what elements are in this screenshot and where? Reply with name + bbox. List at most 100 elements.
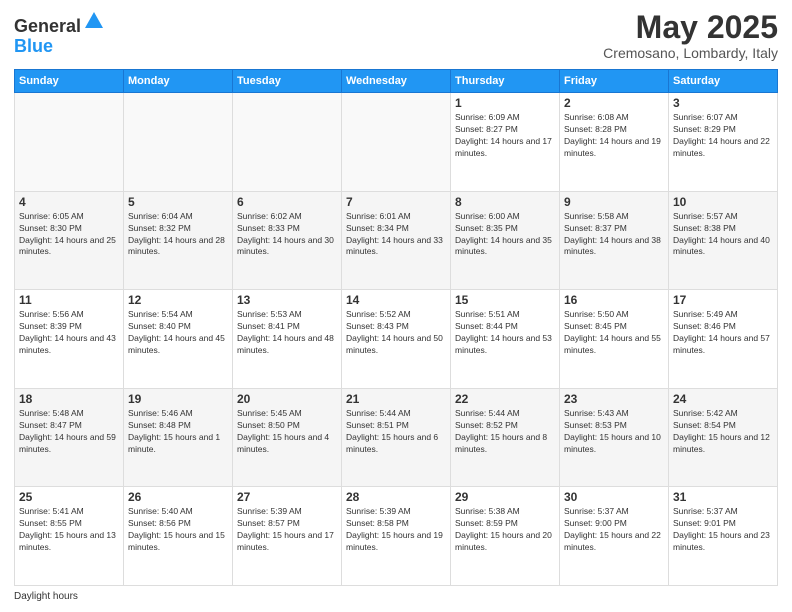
weekday-header-monday: Monday — [124, 70, 233, 93]
calendar-cell: 5 Sunrise: 6:04 AMSunset: 8:32 PMDaylight… — [124, 191, 233, 290]
day-number: 31 — [673, 490, 773, 504]
day-number: 5 — [128, 195, 228, 209]
day-number: 2 — [564, 96, 664, 110]
day-info: Sunrise: 5:40 AMSunset: 8:56 PMDaylight:… — [128, 506, 228, 554]
calendar-cell: 31Sunrise: 5:37 AMSunset: 9:01 PMDayligh… — [669, 487, 778, 586]
calendar-cell: 24Sunrise: 5:42 AMSunset: 8:54 PMDayligh… — [669, 388, 778, 487]
day-info: Sunrise: 5:50 AMSunset: 8:45 PMDaylight:… — [564, 309, 664, 357]
day-number: 20 — [237, 392, 337, 406]
calendar-cell — [124, 93, 233, 192]
calendar-cell: 15Sunrise: 5:51 AMSunset: 8:44 PMDayligh… — [451, 290, 560, 389]
calendar-cell: 10 Sunrise: 5:57 AMSunset: 8:38 PMDayligh… — [669, 191, 778, 290]
calendar-cell: 17 Sunrise: 5:49 AMSunset: 8:46 PMDayligh… — [669, 290, 778, 389]
calendar-cell: 21 Sunrise: 5:44 AMSunset: 8:51 PMDayligh… — [342, 388, 451, 487]
day-number: 8 — [455, 195, 555, 209]
calendar-cell: 28Sunrise: 5:39 AMSunset: 8:58 PMDayligh… — [342, 487, 451, 586]
weekday-header-thursday: Thursday — [451, 70, 560, 93]
calendar-cell: 25 Sunrise: 5:41 AMSunset: 8:55 PMDayligh… — [15, 487, 124, 586]
weekday-header-row: SundayMondayTuesdayWednesdayThursdayFrid… — [15, 70, 778, 93]
logo-general: General — [14, 16, 81, 36]
day-info: Sunrise: 6:07 AMSunset: 8:29 PMDaylight:… — [673, 112, 773, 160]
month-title: May 2025 — [603, 10, 778, 45]
day-number: 15 — [455, 293, 555, 307]
calendar-cell: 8 Sunrise: 6:00 AMSunset: 8:35 PMDaylight… — [451, 191, 560, 290]
day-number: 16 — [564, 293, 664, 307]
day-info: Sunrise: 6:08 AMSunset: 8:28 PMDaylight:… — [564, 112, 664, 160]
calendar-cell: 1 Sunrise: 6:09 AMSunset: 8:27 PMDaylight… — [451, 93, 560, 192]
week-row-1: 1 Sunrise: 6:09 AMSunset: 8:27 PMDaylight… — [15, 93, 778, 192]
day-number: 17 — [673, 293, 773, 307]
day-number: 25 — [19, 490, 119, 504]
day-number: 1 — [455, 96, 555, 110]
day-info: Sunrise: 5:39 AMSunset: 8:57 PMDaylight:… — [237, 506, 337, 554]
calendar-cell: 3Sunrise: 6:07 AMSunset: 8:29 PMDaylight… — [669, 93, 778, 192]
day-number: 19 — [128, 392, 228, 406]
week-row-2: 4Sunrise: 6:05 AMSunset: 8:30 PMDaylight… — [15, 191, 778, 290]
day-number: 18 — [19, 392, 119, 406]
logo-blue: Blue — [14, 36, 53, 56]
calendar-cell: 20 Sunrise: 5:45 AMSunset: 8:50 PMDayligh… — [233, 388, 342, 487]
day-info: Sunrise: 5:37 AMSunset: 9:00 PMDaylight:… — [564, 506, 664, 554]
day-number: 23 — [564, 392, 664, 406]
day-info: Sunrise: 5:45 AMSunset: 8:50 PMDaylight:… — [237, 408, 337, 456]
calendar-cell: 13Sunrise: 5:53 AMSunset: 8:41 PMDayligh… — [233, 290, 342, 389]
day-info: Sunrise: 5:44 AMSunset: 8:51 PMDaylight:… — [346, 408, 446, 456]
calendar-table: SundayMondayTuesdayWednesdayThursdayFrid… — [14, 69, 778, 586]
calendar-cell: 4Sunrise: 6:05 AMSunset: 8:30 PMDaylight… — [15, 191, 124, 290]
day-info: Sunrise: 6:09 AMSunset: 8:27 PMDaylight:… — [455, 112, 555, 160]
calendar-cell: 27Sunrise: 5:39 AMSunset: 8:57 PMDayligh… — [233, 487, 342, 586]
calendar-cell: 12Sunrise: 5:54 AMSunset: 8:40 PMDayligh… — [124, 290, 233, 389]
logo-icon — [83, 10, 105, 32]
day-number: 22 — [455, 392, 555, 406]
calendar-cell — [15, 93, 124, 192]
day-number: 30 — [564, 490, 664, 504]
calendar-cell: 29 Sunrise: 5:38 AMSunset: 8:59 PMDayligh… — [451, 487, 560, 586]
calendar-cell: 14Sunrise: 5:52 AMSunset: 8:43 PMDayligh… — [342, 290, 451, 389]
day-number: 6 — [237, 195, 337, 209]
day-info: Sunrise: 5:49 AMSunset: 8:46 PMDaylight:… — [673, 309, 773, 357]
weekday-header-sunday: Sunday — [15, 70, 124, 93]
day-info: Sunrise: 5:56 AMSunset: 8:39 PMDaylight:… — [19, 309, 119, 357]
day-info: Sunrise: 5:57 AMSunset: 8:38 PMDaylight:… — [673, 211, 773, 259]
day-number: 12 — [128, 293, 228, 307]
day-info: Sunrise: 5:43 AMSunset: 8:53 PMDaylight:… — [564, 408, 664, 456]
page: General Blue May 2025 Cremosano, Lombard… — [0, 0, 792, 612]
day-info: Sunrise: 6:02 AMSunset: 8:33 PMDaylight:… — [237, 211, 337, 259]
day-info: Sunrise: 5:44 AMSunset: 8:52 PMDaylight:… — [455, 408, 555, 456]
week-row-5: 25 Sunrise: 5:41 AMSunset: 8:55 PMDayligh… — [15, 487, 778, 586]
day-info: Sunrise: 5:46 AMSunset: 8:48 PMDaylight:… — [128, 408, 228, 456]
logo-text: General — [14, 10, 105, 37]
calendar-cell: 2 Sunrise: 6:08 AMSunset: 8:28 PMDaylight… — [560, 93, 669, 192]
day-number: 26 — [128, 490, 228, 504]
day-info: Sunrise: 5:41 AMSunset: 8:55 PMDaylight:… — [19, 506, 119, 554]
day-number: 7 — [346, 195, 446, 209]
day-number: 29 — [455, 490, 555, 504]
logo-blue-text: Blue — [14, 37, 105, 57]
day-number: 10 — [673, 195, 773, 209]
calendar-cell: 22 Sunrise: 5:44 AMSunset: 8:52 PMDayligh… — [451, 388, 560, 487]
day-info: Sunrise: 6:00 AMSunset: 8:35 PMDaylight:… — [455, 211, 555, 259]
day-number: 9 — [564, 195, 664, 209]
day-number: 14 — [346, 293, 446, 307]
calendar-cell: 9Sunrise: 5:58 AMSunset: 8:37 PMDaylight… — [560, 191, 669, 290]
calendar-cell — [233, 93, 342, 192]
calendar-cell: 7Sunrise: 6:01 AMSunset: 8:34 PMDaylight… — [342, 191, 451, 290]
day-number: 21 — [346, 392, 446, 406]
weekday-header-tuesday: Tuesday — [233, 70, 342, 93]
calendar-cell: 6 Sunrise: 6:02 AMSunset: 8:33 PMDaylight… — [233, 191, 342, 290]
day-info: Sunrise: 6:04 AMSunset: 8:32 PMDaylight:… — [128, 211, 228, 259]
calendar-cell: 19 Sunrise: 5:46 AMSunset: 8:48 PMDayligh… — [124, 388, 233, 487]
calendar-cell: 26 Sunrise: 5:40 AMSunset: 8:56 PMDayligh… — [124, 487, 233, 586]
day-info: Sunrise: 5:53 AMSunset: 8:41 PMDaylight:… — [237, 309, 337, 357]
weekday-header-wednesday: Wednesday — [342, 70, 451, 93]
day-info: Sunrise: 5:38 AMSunset: 8:59 PMDaylight:… — [455, 506, 555, 554]
calendar-cell: 11Sunrise: 5:56 AMSunset: 8:39 PMDayligh… — [15, 290, 124, 389]
day-info: Sunrise: 5:48 AMSunset: 8:47 PMDaylight:… — [19, 408, 119, 456]
weekday-header-saturday: Saturday — [669, 70, 778, 93]
location: Cremosano, Lombardy, Italy — [603, 45, 778, 61]
calendar-cell — [342, 93, 451, 192]
weekday-header-friday: Friday — [560, 70, 669, 93]
day-info: Sunrise: 5:39 AMSunset: 8:58 PMDaylight:… — [346, 506, 446, 554]
calendar-cell: 18 Sunrise: 5:48 AMSunset: 8:47 PMDayligh… — [15, 388, 124, 487]
day-number: 24 — [673, 392, 773, 406]
